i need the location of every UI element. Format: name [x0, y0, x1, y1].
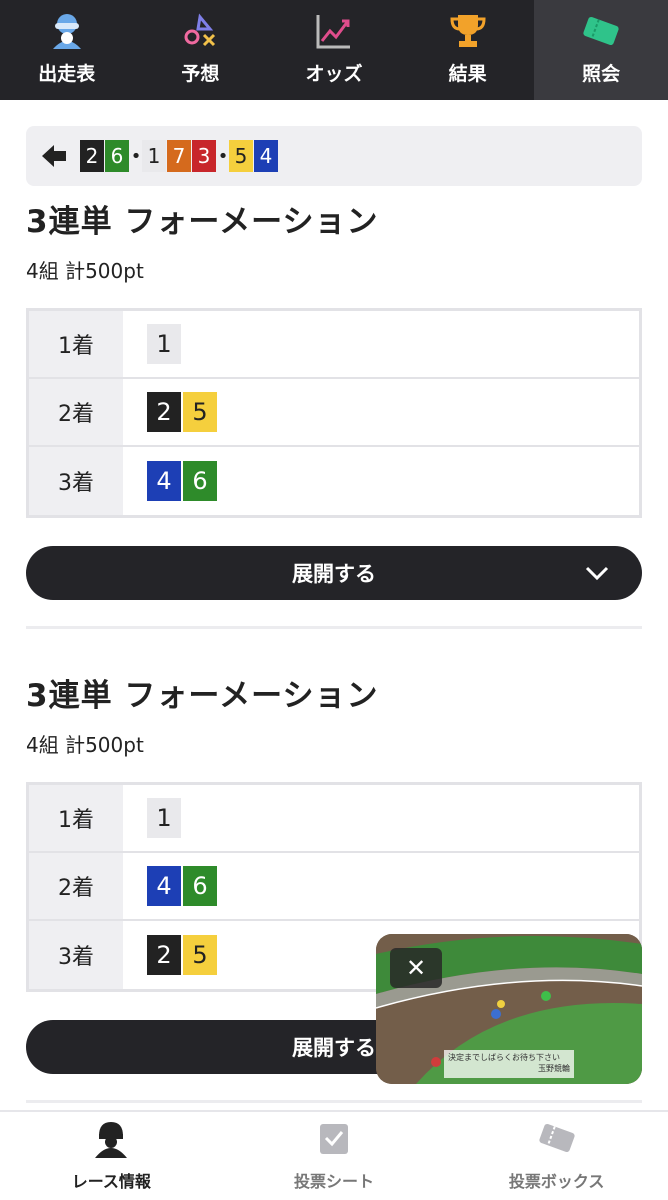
selection-breadcrumb: 2 6 • 1 7 3 • 5 4	[26, 126, 642, 186]
expand-button[interactable]: 展開する	[26, 546, 642, 600]
check-sheet-icon	[320, 1124, 348, 1154]
section-divider	[26, 626, 642, 629]
table-row: 1着 1	[29, 785, 639, 853]
tab-label: 照会	[582, 63, 621, 85]
caption-venue: 玉野競輪	[538, 1064, 570, 1073]
bracket-number: 7	[167, 140, 191, 172]
ticket-icon	[579, 9, 623, 53]
close-video-button[interactable]: ✕	[390, 948, 442, 988]
section-subtitle: 4組 計500pt	[26, 733, 144, 757]
bracket-number: 2	[147, 392, 181, 432]
row-label: 3着	[29, 921, 123, 989]
bracket-number: 2	[147, 935, 181, 975]
bottom-nav: レース情報 投票シート 投票ボックス	[0, 1110, 668, 1200]
bracket-number: 4	[147, 866, 181, 906]
bracket-number: 3	[192, 140, 216, 172]
trophy-icon	[446, 9, 490, 53]
table-row: 2着 4 6	[29, 853, 639, 921]
back-arrow-icon[interactable]	[40, 142, 68, 170]
tab-label: 出走表	[38, 63, 96, 85]
bracket-number: 6	[183, 866, 217, 906]
helmet-icon	[95, 1122, 128, 1158]
bracket-number: 5	[229, 140, 253, 172]
separator-dot: •	[130, 145, 142, 167]
section-title: 3連単 フォーメーション	[26, 204, 379, 240]
bracket-number: 4	[254, 140, 278, 172]
bottom-tab-race-info[interactable]: レース情報	[0, 1112, 223, 1200]
close-icon: ✕	[405, 954, 427, 982]
section-title: 3連単 フォーメーション	[26, 678, 379, 714]
tab-entries[interactable]: 出走表	[0, 0, 134, 100]
odds-chart-icon	[312, 9, 356, 53]
chevron-down-icon	[585, 566, 609, 581]
tab-prediction[interactable]: 予想	[134, 0, 268, 100]
bracket-number: 1	[142, 140, 166, 172]
video-caption: 決定までしばらくお待ち下さい 玉野競輪	[444, 1050, 574, 1078]
top-nav: 出走表 予想 オッズ 結果 照会	[0, 0, 668, 100]
bracket-number: 5	[183, 935, 217, 975]
row-label: 2着	[29, 853, 123, 919]
bracket-number: 4	[147, 461, 181, 501]
bottom-tab-vote-sheet[interactable]: 投票シート	[223, 1112, 446, 1200]
expand-label: 展開する	[292, 562, 376, 586]
live-video-player[interactable]: ✕ 決定までしばらくお待ち下さい 玉野競輪	[376, 934, 642, 1084]
prediction-icon	[178, 9, 222, 53]
bet-section: 3連単 フォーメーション 4組 計500pt 1着 1 2着 2 5 3着 4 …	[26, 196, 642, 600]
tab-results[interactable]: 結果	[401, 0, 535, 100]
table-row: 2着 2 5	[29, 379, 639, 447]
table-row: 1着 1	[29, 311, 639, 379]
tab-label: 予想	[181, 63, 220, 85]
ticket-box-icon	[539, 1123, 575, 1153]
bracket-number: 5	[183, 392, 217, 432]
separator-dot: •	[217, 145, 229, 167]
bottom-tab-label: 投票シート	[294, 1172, 375, 1191]
row-label: 3着	[29, 447, 123, 515]
bracket-number: 6	[105, 140, 129, 172]
bottom-tab-vote-box[interactable]: 投票ボックス	[445, 1112, 668, 1200]
bracket-number: 6	[183, 461, 217, 501]
tab-label: 結果	[448, 63, 487, 85]
section-subtitle: 4組 計500pt	[26, 259, 144, 283]
bracket-number: 2	[80, 140, 104, 172]
bottom-tab-label: 投票ボックス	[508, 1172, 605, 1191]
section-divider	[26, 1100, 642, 1103]
tab-odds[interactable]: オッズ	[267, 0, 401, 100]
bracket-number: 1	[147, 324, 181, 364]
bottom-tab-label: レース情報	[71, 1172, 151, 1191]
row-label: 2着	[29, 379, 123, 445]
rider-icon	[45, 9, 89, 53]
row-label: 1着	[29, 785, 123, 851]
table-row: 3着 4 6	[29, 447, 639, 515]
caption-text: 決定までしばらくお待ち下さい	[448, 1053, 560, 1062]
tab-label: オッズ	[305, 63, 363, 85]
bracket-number: 1	[147, 798, 181, 838]
row-label: 1着	[29, 311, 123, 377]
formation-table: 1着 1 2着 2 5 3着 4 6	[26, 308, 642, 518]
tab-inquiry[interactable]: 照会	[534, 0, 668, 100]
expand-label: 展開する	[292, 1036, 376, 1060]
